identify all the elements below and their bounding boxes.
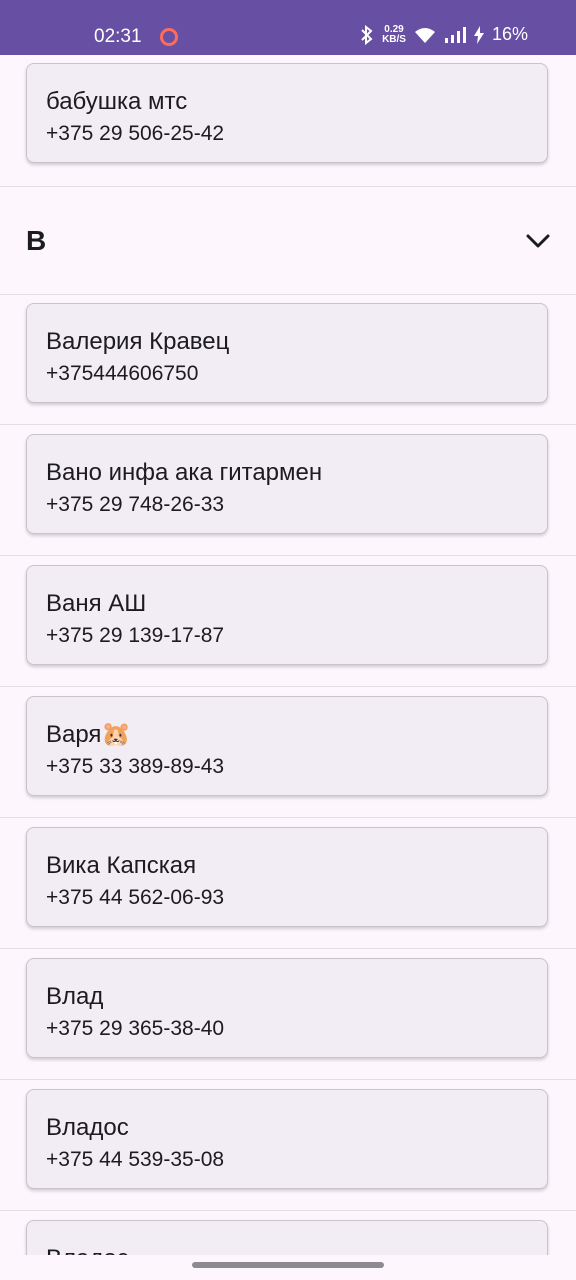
wifi-icon	[414, 27, 435, 43]
contact-name: Владос	[46, 1114, 129, 1141]
contact-phone: +375 29 139-17-87	[46, 624, 225, 647]
contact-phone: +375 29 506-25-42	[46, 122, 225, 145]
list-item: Ваня АШ +375 29 139-17-87	[0, 557, 576, 687]
status-bar: 02:31 0.29 KB/S 16%	[0, 0, 576, 55]
contact-name: Валерия Кравец	[46, 328, 230, 355]
contact-name: Ваня АШ	[46, 590, 147, 617]
contact-phone: +375 33 389-89-43	[46, 755, 225, 778]
status-time: 02:31	[94, 26, 142, 47]
charging-icon	[473, 25, 484, 44]
contact-name: Владос	[46, 1245, 129, 1255]
network-speed: 0.29 KB/S	[382, 23, 406, 45]
gesture-nav-handle[interactable]	[192, 1262, 384, 1268]
contact-card[interactable]: Владос	[26, 1220, 548, 1255]
contact-card[interactable]: Вика Капская +375 44 562-06-93	[26, 827, 548, 927]
contact-phone: +375 29 365-38-40	[46, 1017, 225, 1040]
contact-card[interactable]: Владос +375 44 539-35-08	[26, 1089, 548, 1189]
contact-phone: +375 44 539-35-08	[46, 1148, 225, 1171]
list-item: бабушка мтс +375 29 506-25-42	[0, 55, 576, 187]
contact-list[interactable]: бабушка мтс +375 29 506-25-42 В Валерия …	[0, 55, 576, 1255]
contact-name: Вано инфа ака гитармен	[46, 459, 323, 486]
section-header[interactable]: В	[0, 187, 576, 295]
contact-name: Вика Капская	[46, 852, 197, 879]
contact-phone: +375444606750	[46, 362, 199, 385]
section-letter: В	[26, 225, 47, 256]
contact-card[interactable]: Варя🐹 +375 33 389-89-43	[26, 696, 548, 796]
contact-card[interactable]: Валерия Кравец +375444606750	[26, 303, 548, 403]
list-item: Валерия Кравец +375444606750	[0, 295, 576, 425]
list-item: Вика Капская +375 44 562-06-93	[0, 819, 576, 949]
status-icons: 0.29 KB/S 16%	[360, 24, 528, 45]
list-item: Владос	[0, 1212, 576, 1255]
contact-card[interactable]: Влад +375 29 365-38-40	[26, 958, 548, 1058]
contact-name: Варя🐹	[46, 721, 132, 748]
list-item: Вано инфа ака гитармен +375 29 748-26-33	[0, 426, 576, 556]
contact-card[interactable]: Вано инфа ака гитармен +375 29 748-26-33	[26, 434, 548, 534]
list-item: Владос +375 44 539-35-08	[0, 1081, 576, 1211]
screen-record-icon	[160, 28, 178, 46]
contact-phone: +375 29 748-26-33	[46, 493, 225, 516]
chevron-down-icon[interactable]	[524, 227, 552, 255]
contact-name: бабушка мтс	[46, 88, 188, 115]
contact-card[interactable]: Ваня АШ +375 29 139-17-87	[26, 565, 548, 665]
battery-level: 16%	[491, 24, 528, 44]
list-item: Влад +375 29 365-38-40	[0, 950, 576, 1080]
signal-icon	[444, 26, 466, 43]
contact-phone: +375 44 562-06-93	[46, 886, 225, 909]
list-item: Варя🐹 +375 33 389-89-43	[0, 688, 576, 818]
contact-card[interactable]: бабушка мтс +375 29 506-25-42	[26, 63, 548, 163]
contact-name: Влад	[46, 983, 104, 1010]
bluetooth-icon	[361, 24, 373, 45]
